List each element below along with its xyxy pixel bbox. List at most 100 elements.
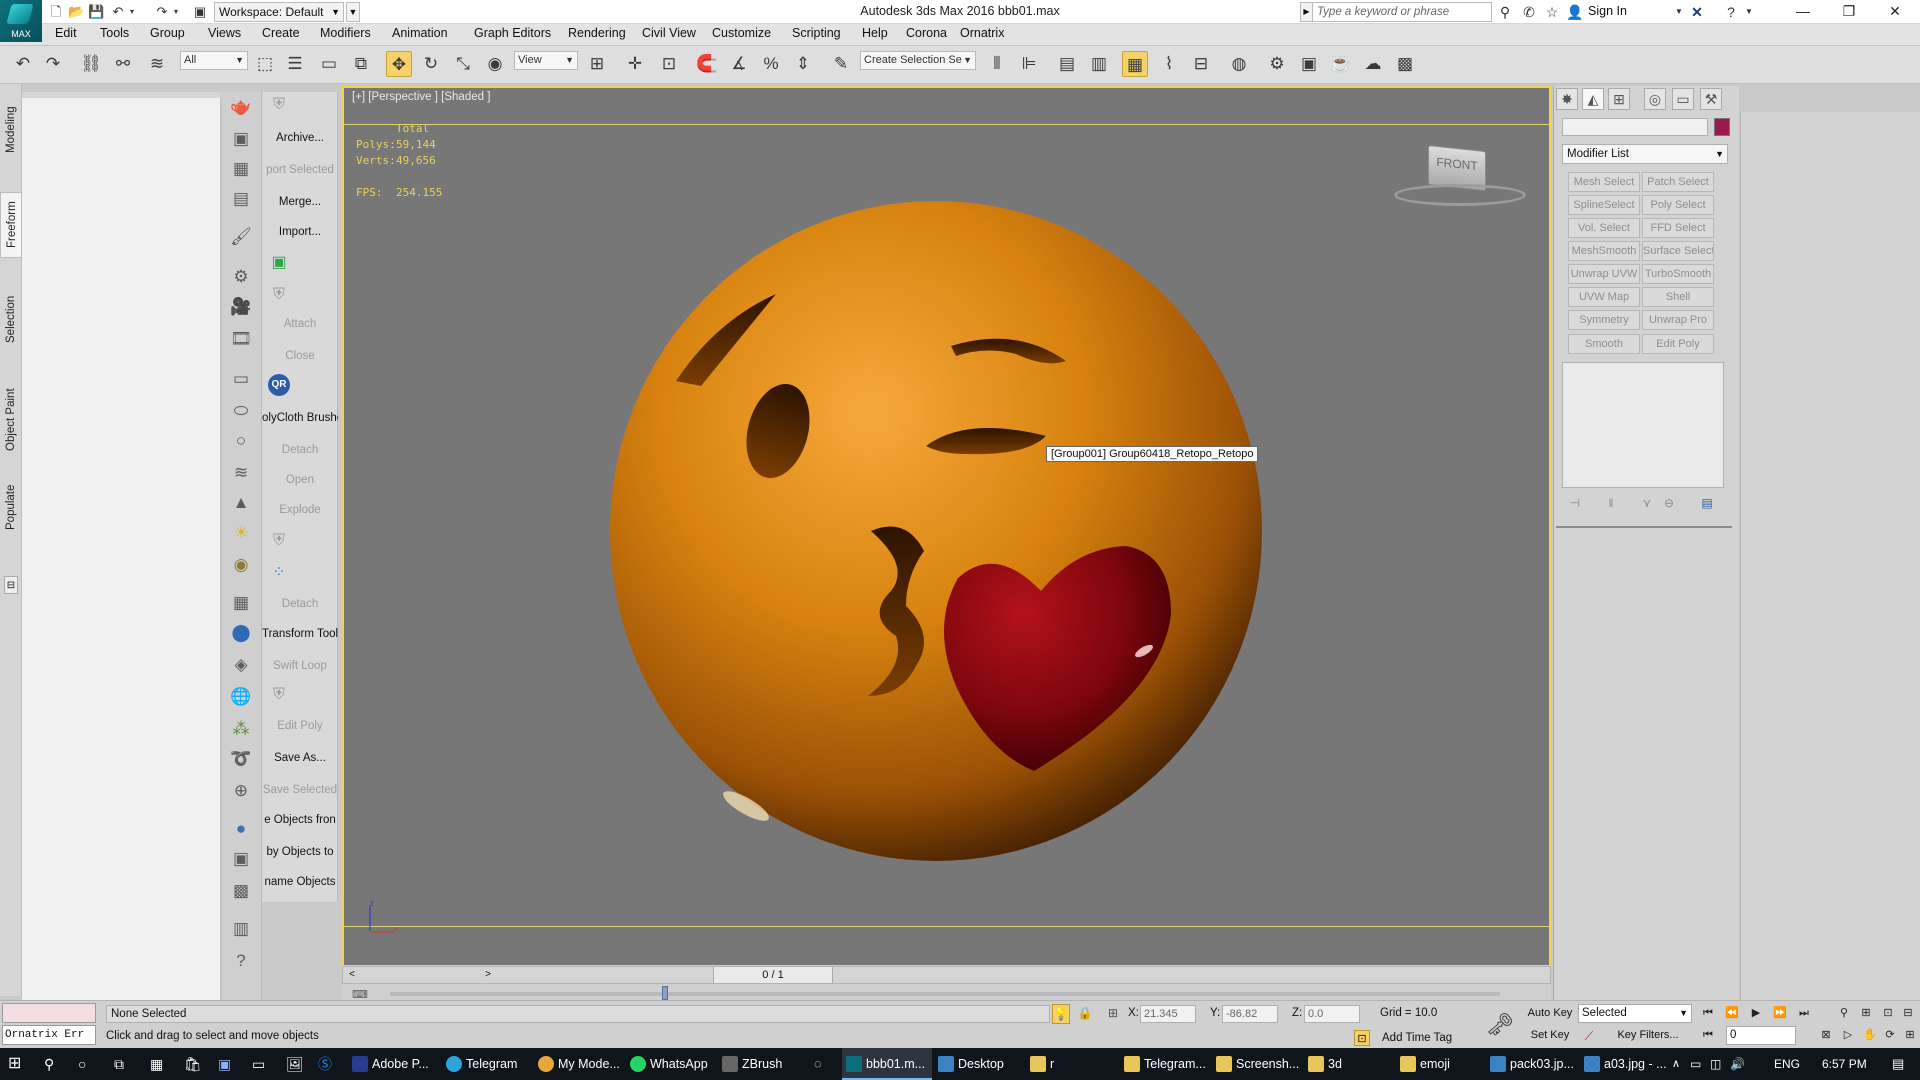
swift-loop-button[interactable]: Swift Loop bbox=[262, 656, 338, 676]
taskbar-folder-r[interactable]: r bbox=[1026, 1048, 1120, 1080]
minimize-button[interactable]: — bbox=[1780, 0, 1826, 24]
edit-poly-modifier-button[interactable]: Edit Poly bbox=[1642, 334, 1714, 354]
pan-view-icon[interactable]: ✋ bbox=[1860, 1026, 1880, 1044]
calculator-icon[interactable]: ▦ bbox=[228, 156, 254, 182]
sphere-material-icon[interactable]: ● bbox=[228, 816, 254, 842]
menu-group[interactable]: Group bbox=[150, 26, 185, 40]
notes-icon[interactable]: ▥ bbox=[228, 916, 254, 942]
surface-select-button[interactable]: Surface Select bbox=[1642, 241, 1714, 261]
snaps-toggle-icon[interactable]: 🧲 bbox=[694, 51, 720, 77]
display-tab-icon[interactable]: ▭ bbox=[1672, 88, 1694, 110]
maxscript-listener-mini[interactable] bbox=[2, 1003, 96, 1023]
store-icon[interactable]: 🛍 bbox=[184, 1048, 208, 1080]
time-slider-value[interactable]: 0 / 1 bbox=[713, 967, 833, 983]
curve-editor-icon[interactable]: ⌇ bbox=[1156, 51, 1182, 77]
zoom-extents-icon[interactable]: ⊡ bbox=[1878, 1004, 1898, 1022]
object-name-field[interactable] bbox=[1562, 118, 1708, 136]
taskbar-chrome[interactable]: My Mode... bbox=[534, 1048, 624, 1080]
isolate-selection-icon[interactable]: 💡 bbox=[1052, 1004, 1070, 1024]
polycloth-brushes-button[interactable]: olyCloth Brushe bbox=[262, 408, 338, 428]
teapot-icon[interactable]: 🫖 bbox=[228, 94, 254, 120]
taskbar-telegram[interactable]: Telegram bbox=[442, 1048, 532, 1080]
viewcube-compass-ring[interactable] bbox=[1394, 184, 1526, 206]
plane-icon[interactable]: ▭ bbox=[228, 366, 254, 392]
render-icon[interactable]: ▣ bbox=[228, 126, 254, 152]
vol-select-button[interactable]: Vol. Select bbox=[1568, 218, 1640, 238]
circle-icon[interactable]: ○ bbox=[228, 428, 254, 454]
key-mode-toggle-icon[interactable]: ⏮ bbox=[1698, 1026, 1718, 1044]
select-by-name-icon[interactable]: ☰ bbox=[282, 51, 308, 77]
photo-app-icon[interactable]: 🖼 bbox=[286, 1048, 310, 1080]
search-icon[interactable]: ⚲ bbox=[44, 1048, 68, 1080]
menu-corona[interactable]: Corona bbox=[906, 26, 947, 40]
field-of-view-icon[interactable]: ▷ bbox=[1838, 1026, 1858, 1044]
pivot-center-icon[interactable]: ⊞ bbox=[584, 51, 610, 77]
taskbar-a03-image[interactable]: a03.jpg - ... bbox=[1580, 1048, 1672, 1080]
monitor-app-icon[interactable]: ▭ bbox=[252, 1048, 276, 1080]
exchange-apps-icon[interactable]: ✕ bbox=[1688, 3, 1706, 21]
menu-views[interactable]: Views bbox=[208, 26, 241, 40]
binoculars-icon[interactable]: ⚲ bbox=[1496, 3, 1514, 21]
track-bar-key-marker[interactable] bbox=[662, 986, 668, 1000]
perspective-viewport[interactable]: [+] [Perspective ] [Shaded ] Total Polys… bbox=[342, 86, 1551, 967]
copy-objects-to-button[interactable]: by Objects to bbox=[262, 842, 338, 862]
align-icon[interactable]: ⊫ bbox=[1016, 51, 1042, 77]
sign-in-button[interactable]: Sign In bbox=[1588, 4, 1627, 18]
poly-select-button[interactable]: Poly Select bbox=[1642, 195, 1714, 215]
grid-object-icon[interactable]: ▦ bbox=[228, 590, 254, 616]
taskbar-whatsapp[interactable]: WhatsApp bbox=[626, 1048, 716, 1080]
export-selected-button[interactable]: port Selected bbox=[262, 160, 338, 180]
ribbon-expand-button[interactable]: ⊟ bbox=[4, 576, 18, 594]
menu-ornatrix[interactable]: Ornatrix bbox=[960, 26, 1004, 40]
mesh-select-button[interactable]: Mesh Select bbox=[1568, 172, 1640, 192]
next-frame-icon[interactable]: > bbox=[481, 967, 495, 983]
rope-icon[interactable]: ➰ bbox=[228, 746, 254, 772]
workspace-dropdown[interactable]: Workspace: Default ▼ bbox=[214, 2, 344, 22]
key-filters-button[interactable]: Key Filters... bbox=[1610, 1027, 1686, 1045]
file-explorer-icon[interactable]: ▣ bbox=[218, 1048, 242, 1080]
viewport-label[interactable]: [+] [Perspective ] [Shaded ] bbox=[352, 91, 490, 103]
help-icon[interactable]: ? bbox=[228, 948, 254, 974]
tray-overflow-icon[interactable]: ∧ bbox=[1672, 1048, 1686, 1080]
mirror-icon[interactable]: ⫴ bbox=[984, 51, 1010, 77]
modifier-list-dropdown[interactable]: Modifier List ▼ bbox=[1562, 144, 1728, 164]
keyboard-shortcut-override-icon[interactable]: ⊡ bbox=[656, 51, 682, 77]
select-object-icon[interactable]: ⬚ bbox=[252, 51, 278, 77]
spinner-snap-icon[interactable]: ⇕ bbox=[790, 51, 816, 77]
motion-tab-icon[interactable]: ◎ bbox=[1644, 88, 1666, 110]
menu-customize[interactable]: Customize bbox=[712, 26, 771, 40]
kissing-emoji-model[interactable] bbox=[606, 196, 1266, 866]
taskbar-folder-3d[interactable]: 3d bbox=[1304, 1048, 1396, 1080]
windows-start-icon[interactable]: ⊞ bbox=[8, 1048, 34, 1080]
edit-poly-button[interactable]: Edit Poly bbox=[262, 716, 338, 736]
ffd-select-button[interactable]: FFD Select bbox=[1642, 218, 1714, 238]
prev-frame-icon[interactable]: < bbox=[345, 967, 359, 983]
tab-populate[interactable]: Populate bbox=[0, 476, 22, 538]
menu-civil-view[interactable]: Civil View bbox=[642, 26, 696, 40]
help-dropdown-icon[interactable]: ▼ bbox=[1740, 3, 1758, 21]
basket-icon[interactable]: ⊕ bbox=[228, 778, 254, 804]
selection-filter-dropdown[interactable]: All ▼ bbox=[180, 51, 248, 70]
attach-button[interactable]: Attach bbox=[262, 314, 338, 334]
meshsmooth-button[interactable]: MeshSmooth bbox=[1568, 241, 1640, 261]
schematic-view-icon[interactable]: ⊟ bbox=[1188, 51, 1214, 77]
select-and-move-icon[interactable]: ✥ bbox=[386, 51, 412, 77]
undo-icon[interactable]: ↶ bbox=[10, 51, 36, 77]
green-box-icon[interactable]: ▣ bbox=[268, 252, 290, 274]
rectangular-selection-icon[interactable]: ▭ bbox=[316, 51, 342, 77]
utilities-tab-icon[interactable]: ⚒ bbox=[1700, 88, 1722, 110]
spline-select-button[interactable]: SplineSelect bbox=[1568, 195, 1640, 215]
zoom-all-icon[interactable]: ⊞ bbox=[1856, 1004, 1876, 1022]
configure-modifier-sets-icon[interactable]: ▤ bbox=[1698, 494, 1716, 512]
create-tab-icon[interactable]: ✸ bbox=[1556, 88, 1578, 110]
merge-button[interactable]: Merge... bbox=[262, 192, 338, 212]
symmetry-button[interactable]: Symmetry bbox=[1568, 310, 1640, 330]
explode-button[interactable]: Explode bbox=[262, 500, 338, 520]
open-button[interactable]: Open bbox=[262, 470, 338, 490]
auto-key-button[interactable]: Auto Key bbox=[1524, 1005, 1576, 1023]
select-manipulate-icon[interactable]: ✛ bbox=[622, 51, 648, 77]
menu-rendering[interactable]: Rendering bbox=[568, 26, 626, 40]
redo-icon[interactable]: ↷ bbox=[40, 51, 66, 77]
turbosmooth-button[interactable]: TurboSmooth bbox=[1642, 264, 1714, 284]
taskbar-3dsmax[interactable]: bbb01.m... bbox=[842, 1048, 932, 1080]
